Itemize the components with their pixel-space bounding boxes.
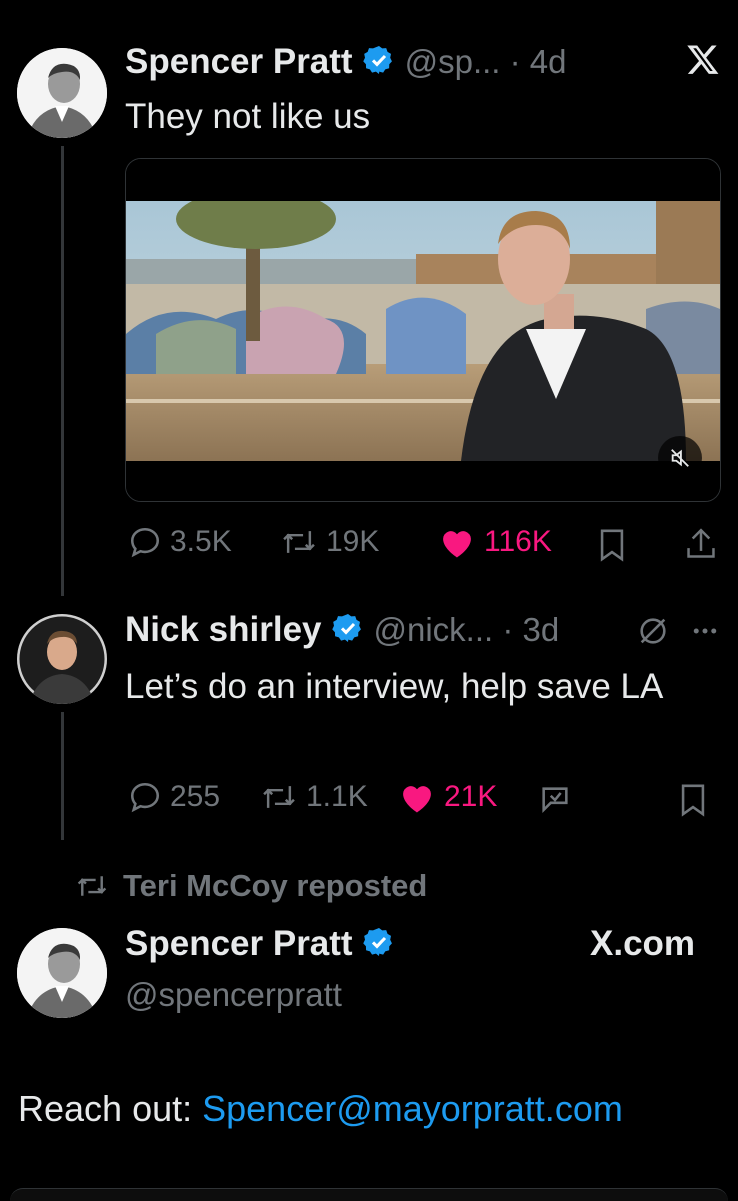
avatar-image xyxy=(17,48,107,138)
verified-badge-icon xyxy=(362,44,395,81)
like-button[interactable]: 21K xyxy=(398,780,497,814)
grok-analytics-icon[interactable] xyxy=(538,783,572,822)
tweet1-header: Spencer Pratt @sp... · 4d xyxy=(125,42,566,82)
x-com-brand[interactable]: X.com xyxy=(590,924,695,964)
more-options-icon[interactable] xyxy=(690,614,720,653)
tweet2-handle-time[interactable]: @nick... · 3d xyxy=(374,611,560,649)
video-thumbnail xyxy=(126,159,720,501)
email-link[interactable]: Spencer@mayorpratt.com xyxy=(202,1088,623,1129)
like-button[interactable]: 116K xyxy=(438,525,552,559)
tweet1-author-name[interactable]: Spencer Pratt xyxy=(125,42,353,82)
tweet3-text: Reach out: Spencer@mayorpratt.com xyxy=(18,1088,623,1130)
reply-button[interactable]: 255 xyxy=(128,780,220,814)
repost-icon xyxy=(283,531,315,553)
repost-count: 19K xyxy=(326,525,380,558)
reply-icon xyxy=(130,527,160,558)
repost-count: 1.1K xyxy=(306,780,368,813)
repost-icon xyxy=(77,876,107,896)
heart-filled-icon xyxy=(403,786,431,813)
tweet2-text: Let’s do an interview, help save LA xyxy=(125,667,664,706)
muted-circle-slash-icon xyxy=(636,614,670,653)
verified-badge-icon xyxy=(331,612,364,649)
repost-attribution[interactable]: Teri McCoy reposted xyxy=(75,868,427,904)
tweet2-header: Nick shirley @nick... · 3d xyxy=(125,610,559,650)
bookmark-icon[interactable] xyxy=(597,528,627,567)
like-count: 21K xyxy=(444,780,498,813)
tweet1-handle-time[interactable]: @sp... · 4d xyxy=(405,43,567,81)
tweet3-handle[interactable]: @spencerpratt xyxy=(125,976,342,1014)
reply-button[interactable]: 3.5K xyxy=(128,525,232,559)
bottom-bar-edge xyxy=(10,1188,728,1201)
mute-icon[interactable] xyxy=(658,436,702,480)
x-close-icon[interactable] xyxy=(686,42,720,81)
thread-connector xyxy=(61,146,64,596)
bookmark-icon[interactable] xyxy=(678,783,708,822)
avatar-image xyxy=(17,614,107,704)
tweet3-header: Spencer Pratt xyxy=(125,924,395,964)
repost-button[interactable]: 1.1K xyxy=(260,780,368,814)
reply-count: 255 xyxy=(170,780,221,813)
repost-icon xyxy=(263,786,295,808)
like-count: 116K xyxy=(484,525,552,558)
thread-connector xyxy=(61,712,64,840)
heart-filled-icon xyxy=(443,531,471,558)
share-icon[interactable] xyxy=(684,526,718,567)
verified-badge-icon xyxy=(362,926,395,963)
reply-count: 3.5K xyxy=(170,525,232,558)
reply-icon xyxy=(130,782,160,813)
avatar-spencer-pratt[interactable] xyxy=(17,48,107,138)
repost-label: Teri McCoy reposted xyxy=(123,868,428,903)
avatar-nick-shirley[interactable] xyxy=(17,614,107,704)
tweet1-video-card[interactable] xyxy=(125,158,721,502)
repost-button[interactable]: 19K xyxy=(280,525,379,559)
avatar-image xyxy=(17,928,107,1018)
tweet2-author-name[interactable]: Nick shirley xyxy=(125,610,322,650)
tweet1-text: They not like us xyxy=(125,97,371,136)
avatar-spencer-pratt[interactable] xyxy=(17,928,107,1018)
reach-out-label: Reach out: xyxy=(18,1088,203,1129)
tweet3-author-name[interactable]: Spencer Pratt xyxy=(125,924,353,964)
